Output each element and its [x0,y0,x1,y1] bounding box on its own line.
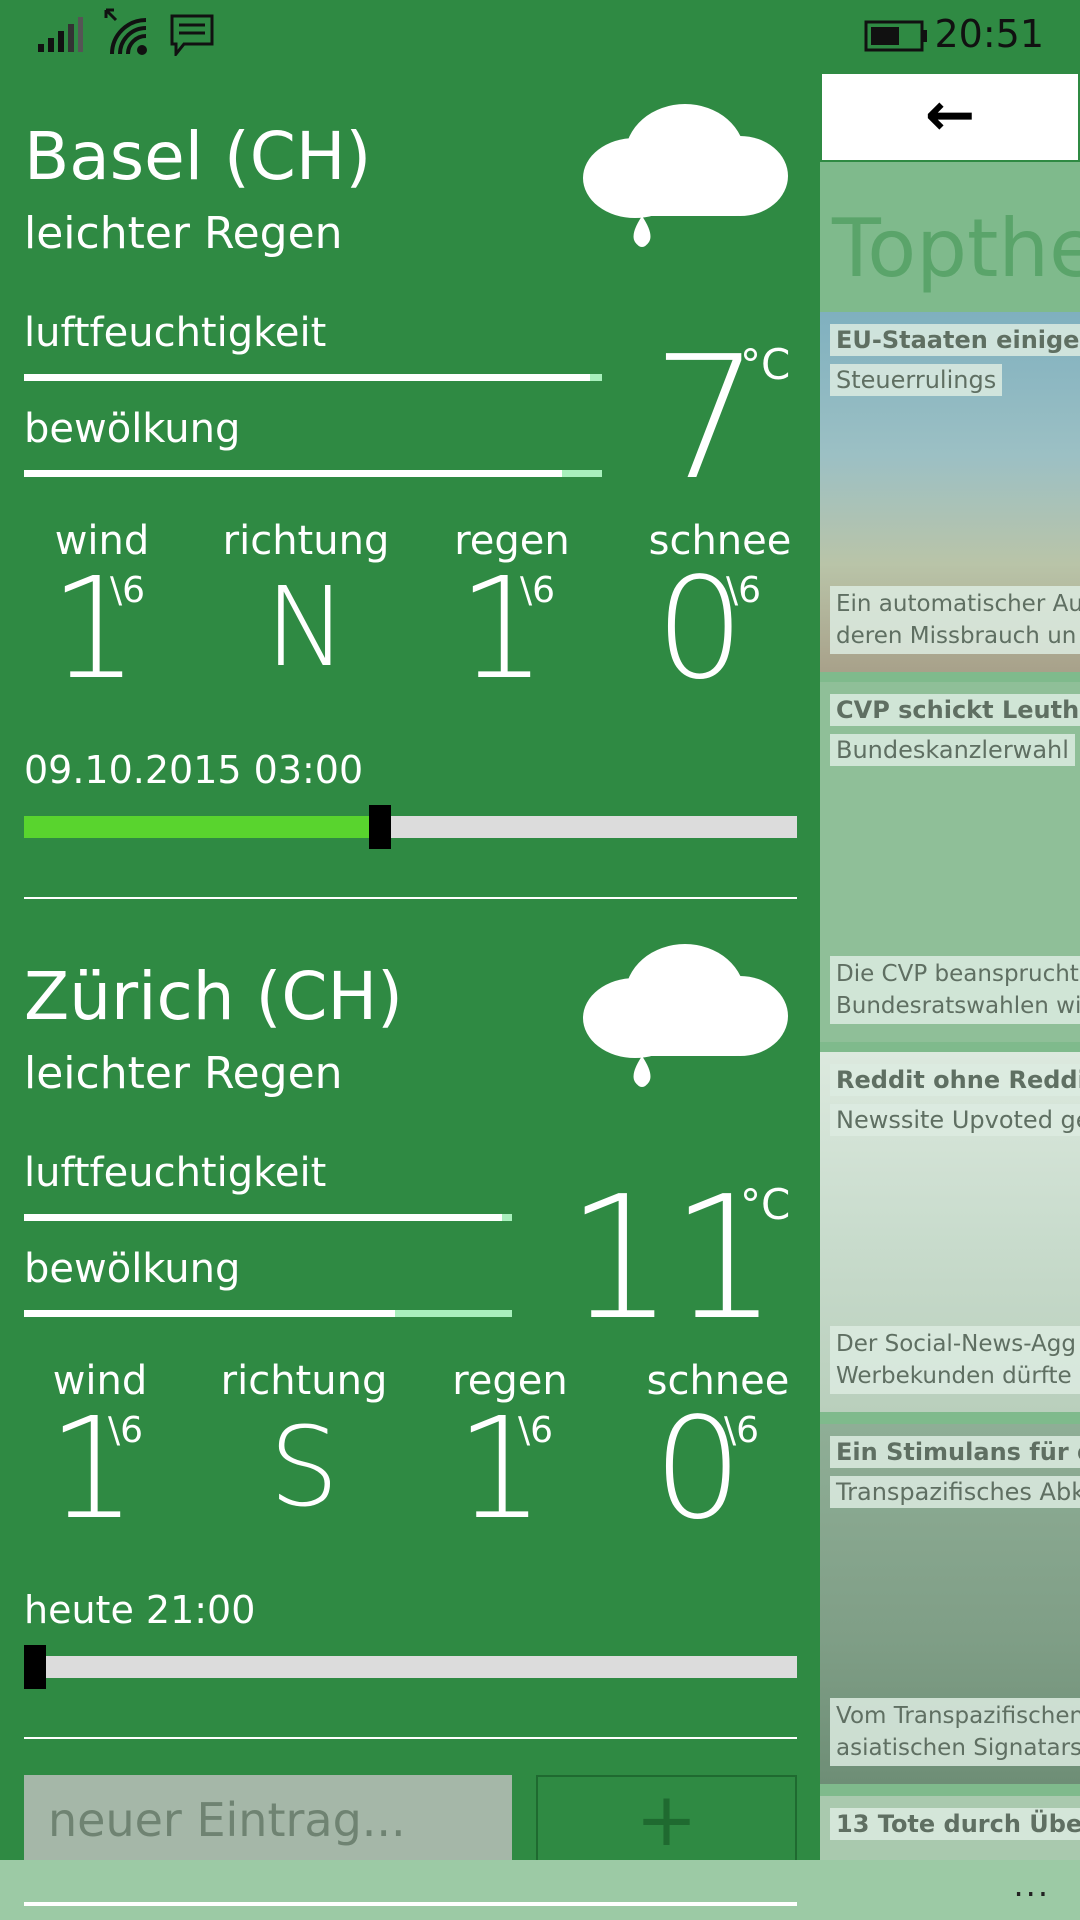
humidity-label: luftfeuchtigkeit [24,310,327,356]
slider-fill [24,816,370,838]
forecast-timestamp: 09.10.2015 03:00 [24,748,364,792]
temperature-unit: °C [740,1180,791,1229]
signal-icon [38,17,83,52]
news-subtitle: Transpazifisches Abk [830,1476,1080,1508]
news-description: Ein automatischer Au deren Missbrauch un [830,586,1080,654]
news-title: Ein Stimulans für de [830,1436,1080,1468]
cloud-cover-meter-fill [24,1310,395,1317]
slider-thumb[interactable] [369,805,392,849]
stat-rain-unit: \6 [520,570,556,611]
stat-wind-value: 1 [47,1388,137,1551]
new-entry-input[interactable] [24,1775,512,1865]
stat-direction-label: richtung [222,518,390,564]
stat-wind-unit: \6 [110,570,146,611]
stat-snow-unit: \6 [726,570,762,611]
news-title: EU-Staaten einigen [830,324,1080,356]
stat-wind-unit: \6 [108,1410,144,1451]
city-condition: leichter Regen [24,1048,343,1099]
clock: 20:51 [934,12,1044,56]
back-arrow-icon: ← [924,80,976,150]
humidity-meter-fill [24,1214,503,1221]
news-title: 13 Tote durch Übers [830,1808,1080,1840]
cloud-cover-meter [24,1310,512,1317]
city-card[interactable]: Basel (CH) leichter Regen luftfeuchtigke… [0,72,820,912]
cloud-cover-label: bewölkung [24,1246,241,1292]
news-tile[interactable]: 13 Tote durch Übers [820,1796,1080,1860]
stat-direction-value: N [264,563,348,691]
divider [24,1737,797,1739]
humidity-meter [24,374,602,381]
stat-snow-value: 0 [653,1388,743,1551]
app-bar-divider [24,1902,797,1906]
news-title: Reddit ohne Reddit [830,1064,1080,1096]
stat-rain-value: 1 [455,1388,545,1551]
news-description: Vom Transpazifischen asiatischen Signata… [830,1698,1080,1766]
forecast-timestamp: heute 21:00 [24,1588,256,1632]
slider-thumb[interactable] [24,1645,46,1689]
humidity-label: luftfeuchtigkeit [24,1150,327,1196]
cloud-cover-label: bewölkung [24,406,241,452]
forecast-time-slider[interactable] [24,1645,797,1689]
stat-snow-value: 0 [655,548,745,711]
news-tile[interactable]: Reddit ohne Reddit Newssite Upvoted ge D… [820,1052,1080,1412]
news-subtitle: Steuerrulings [830,364,1003,396]
news-tile[interactable]: CVP schickt Leuthar Bundeskanzlerwahl Di… [820,682,1080,1042]
news-description: Die CVP beansprucht Bundesratswahlen wi [830,956,1080,1024]
news-description: Der Social-News-Agg Werbekunden dürfte [830,1326,1080,1394]
news-subtitle: Bundeskanzlerwahl [830,734,1075,766]
news-heading: Topthem [832,202,1080,295]
battery-icon [864,20,927,52]
news-title: CVP schickt Leuthar [830,694,1080,726]
stat-direction-label: richtung [220,1358,388,1404]
news-tile[interactable]: Ein Stimulans für de Transpazifisches Ab… [820,1424,1080,1784]
news-subtitle: Newssite Upvoted ge [830,1104,1080,1136]
new-entry-field[interactable] [24,1775,512,1865]
cloud-cover-meter-fill [24,470,562,477]
stat-wind-value: 1 [49,548,139,711]
divider [24,897,797,899]
city-name: Basel (CH) [24,118,372,195]
wifi-icon [104,8,147,55]
news-panel: ← Topthem EU-Staaten einigen Steuerrulin… [820,72,1080,1860]
stat-direction-value: S [269,1403,339,1531]
stat-rain-value: 1 [457,548,547,711]
message-icon [170,14,214,56]
add-button[interactable]: + [536,1775,797,1865]
city-card[interactable]: Zürich (CH) leichter Regen luftfeuchtigk… [0,912,820,1752]
humidity-meter-fill [24,374,591,381]
city-condition: leichter Regen [24,208,343,259]
news-tile[interactable]: EU-Staaten einigen Steuerrulings Ein aut… [820,312,1080,672]
add-icon: + [635,1777,698,1863]
app-bar: ... [0,1860,1080,1920]
back-button[interactable]: ← [820,72,1080,162]
forecast-time-slider[interactable] [24,805,797,849]
city-name: Zürich (CH) [24,958,403,1035]
temperature-unit: °C [740,340,791,389]
more-options-button[interactable]: ... [1013,1866,1050,1904]
cloud-rain-icon [583,104,788,247]
status-bar: 20:51 [0,0,1080,72]
cloud-cover-meter [24,470,602,477]
humidity-meter [24,1214,512,1221]
cloud-rain-icon [583,944,788,1087]
stat-snow-unit: \6 [724,1410,760,1451]
stat-rain-unit: \6 [518,1410,554,1451]
